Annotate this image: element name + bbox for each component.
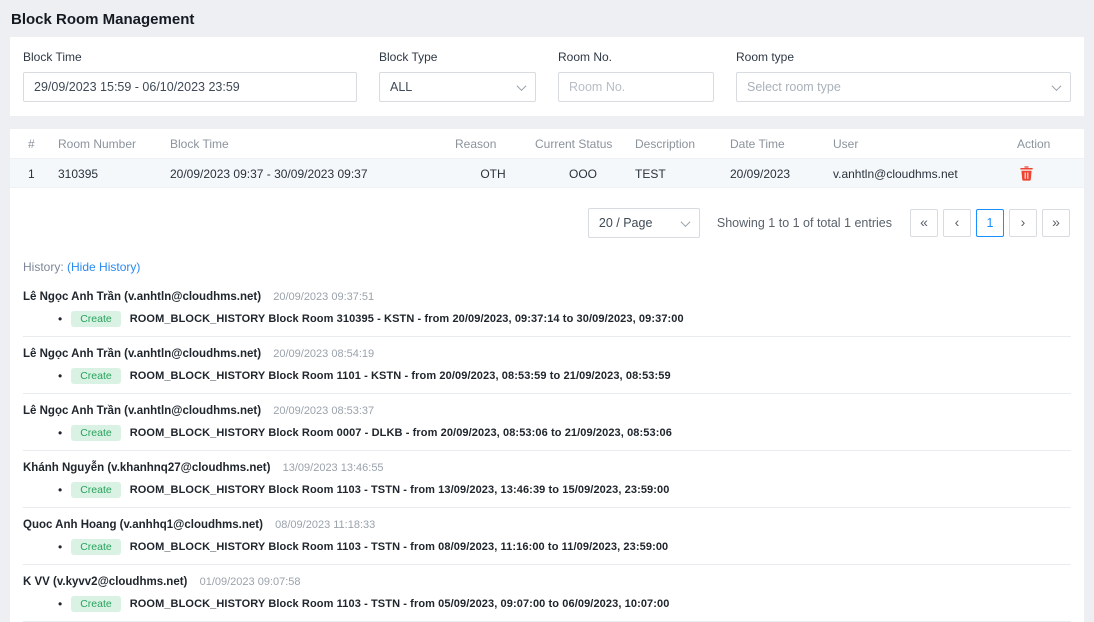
cell-description: TEST bbox=[635, 159, 730, 188]
create-badge: Create bbox=[71, 425, 121, 441]
col-user: User bbox=[833, 129, 1007, 159]
history-section: History: (Hide History) Lê Ngọc Anh Trần… bbox=[10, 238, 1084, 622]
history-entry: K VV (v.kyvv2@cloudhms.net) 01/09/2023 0… bbox=[23, 565, 1071, 622]
trash-icon[interactable] bbox=[1020, 166, 1033, 181]
history-user: Lê Ngọc Anh Trần (v.anhtln@cloudhms.net) bbox=[23, 348, 261, 360]
col-description: Description bbox=[635, 129, 730, 159]
history-detail: ROOM_BLOCK_HISTORY Block Room 310395 - K… bbox=[130, 313, 684, 325]
block-time-input[interactable] bbox=[23, 72, 357, 102]
room-type-select[interactable]: Select room type bbox=[736, 72, 1071, 102]
content-card: # Room Number Block Time Reason Current … bbox=[10, 129, 1084, 622]
cell-reason: OTH bbox=[455, 159, 535, 188]
page-size-value: 20 / Page bbox=[599, 216, 653, 230]
pagination-buttons: « ‹ 1 › » bbox=[910, 209, 1070, 237]
chevron-down-icon bbox=[680, 217, 690, 227]
block-type-value: ALL bbox=[390, 80, 412, 94]
page-size-select[interactable]: 20 / Page bbox=[588, 208, 700, 238]
history-detail: ROOM_BLOCK_HISTORY Block Room 1103 - TST… bbox=[130, 541, 669, 553]
block-type-label: Block Type bbox=[379, 50, 536, 64]
history-timestamp: 20/09/2023 08:54:19 bbox=[273, 348, 374, 360]
history-entry: Quoc Anh Hoang (v.anhhq1@cloudhms.net) 0… bbox=[23, 508, 1071, 565]
page-title: Block Room Management bbox=[0, 0, 1094, 37]
block-type-select[interactable]: ALL bbox=[379, 72, 536, 102]
col-index: # bbox=[10, 129, 58, 159]
history-timestamp: 13/09/2023 13:46:55 bbox=[283, 462, 384, 474]
cell-user: v.anhtln@cloudhms.net bbox=[833, 159, 1007, 188]
col-block-time: Block Time bbox=[170, 129, 455, 159]
block-time-label: Block Time bbox=[23, 50, 357, 64]
cell-room-number: 310395 bbox=[58, 159, 170, 188]
room-no-input[interactable] bbox=[558, 72, 714, 102]
col-action: Action bbox=[1007, 129, 1084, 159]
col-date-time: Date Time bbox=[730, 129, 833, 159]
filter-bar: Block Time Block Type ALL Room No. Room … bbox=[10, 37, 1084, 116]
filter-room-no: Room No. bbox=[558, 50, 714, 102]
next-page-button[interactable]: › bbox=[1009, 209, 1037, 237]
chevron-down-icon bbox=[1052, 81, 1062, 91]
last-page-button[interactable]: » bbox=[1042, 209, 1070, 237]
table-header-row: # Room Number Block Time Reason Current … bbox=[10, 129, 1084, 159]
block-room-table: # Room Number Block Time Reason Current … bbox=[10, 129, 1084, 188]
history-detail: ROOM_BLOCK_HISTORY Block Room 1103 - TST… bbox=[130, 598, 670, 610]
history-entry: Lê Ngọc Anh Trần (v.anhtln@cloudhms.net)… bbox=[23, 337, 1071, 394]
page-1-button[interactable]: 1 bbox=[976, 209, 1004, 237]
col-room-number: Room Number bbox=[58, 129, 170, 159]
create-badge: Create bbox=[71, 482, 121, 498]
room-type-label: Room type bbox=[736, 50, 1071, 64]
cell-date-time: 20/09/2023 bbox=[730, 159, 833, 188]
history-entry: Khánh Nguyễn (v.khanhnq27@cloudhms.net) … bbox=[23, 451, 1071, 508]
filter-block-type: Block Type ALL bbox=[379, 50, 536, 102]
chevron-down-icon bbox=[517, 81, 527, 91]
cell-index: 1 bbox=[10, 159, 58, 188]
history-entry: Lê Ngọc Anh Trần (v.anhtln@cloudhms.net)… bbox=[23, 280, 1071, 337]
history-timestamp: 01/09/2023 09:07:58 bbox=[200, 576, 301, 588]
room-type-placeholder: Select room type bbox=[747, 80, 841, 94]
room-no-label: Room No. bbox=[558, 50, 714, 64]
prev-page-button[interactable]: ‹ bbox=[943, 209, 971, 237]
history-user: Lê Ngọc Anh Trần (v.anhtln@cloudhms.net) bbox=[23, 291, 261, 303]
history-timestamp: 08/09/2023 11:18:33 bbox=[275, 519, 375, 531]
history-timestamp: 20/09/2023 08:53:37 bbox=[273, 405, 374, 417]
history-label: History: bbox=[23, 260, 64, 274]
hide-history-link[interactable]: (Hide History) bbox=[67, 260, 140, 274]
cell-current-status: OOO bbox=[535, 159, 635, 188]
filter-room-type: Room type Select room type bbox=[736, 50, 1071, 102]
history-user: Khánh Nguyễn (v.khanhnq27@cloudhms.net) bbox=[23, 462, 270, 474]
history-entry: Lê Ngọc Anh Trần (v.anhtln@cloudhms.net)… bbox=[23, 394, 1071, 451]
history-detail: ROOM_BLOCK_HISTORY Block Room 0007 - DLK… bbox=[130, 427, 672, 439]
block-room-management-page: Block Room Management Block Time Block T… bbox=[0, 0, 1094, 622]
history-user: Lê Ngọc Anh Trần (v.anhtln@cloudhms.net) bbox=[23, 405, 261, 417]
history-header: History: (Hide History) bbox=[23, 260, 1071, 274]
pagination-summary: Showing 1 to 1 of total 1 entries bbox=[717, 216, 892, 230]
pagination-bar: 20 / Page Showing 1 to 1 of total 1 entr… bbox=[10, 188, 1084, 238]
history-timestamp: 20/09/2023 09:37:51 bbox=[273, 291, 374, 303]
create-badge: Create bbox=[71, 368, 121, 384]
col-reason: Reason bbox=[455, 129, 535, 159]
history-detail: ROOM_BLOCK_HISTORY Block Room 1103 - TST… bbox=[130, 484, 670, 496]
cell-block-time: 20/09/2023 09:37 - 30/09/2023 09:37 bbox=[170, 159, 455, 188]
create-badge: Create bbox=[71, 311, 121, 327]
first-page-button[interactable]: « bbox=[910, 209, 938, 237]
create-badge: Create bbox=[71, 539, 121, 555]
col-current-status: Current Status bbox=[535, 129, 635, 159]
table-row[interactable]: 1 310395 20/09/2023 09:37 - 30/09/2023 0… bbox=[10, 159, 1084, 188]
filter-block-time: Block Time bbox=[23, 50, 357, 102]
history-user: K VV (v.kyvv2@cloudhms.net) bbox=[23, 576, 187, 588]
history-user: Quoc Anh Hoang (v.anhhq1@cloudhms.net) bbox=[23, 519, 263, 531]
history-detail: ROOM_BLOCK_HISTORY Block Room 1101 - KST… bbox=[130, 370, 671, 382]
